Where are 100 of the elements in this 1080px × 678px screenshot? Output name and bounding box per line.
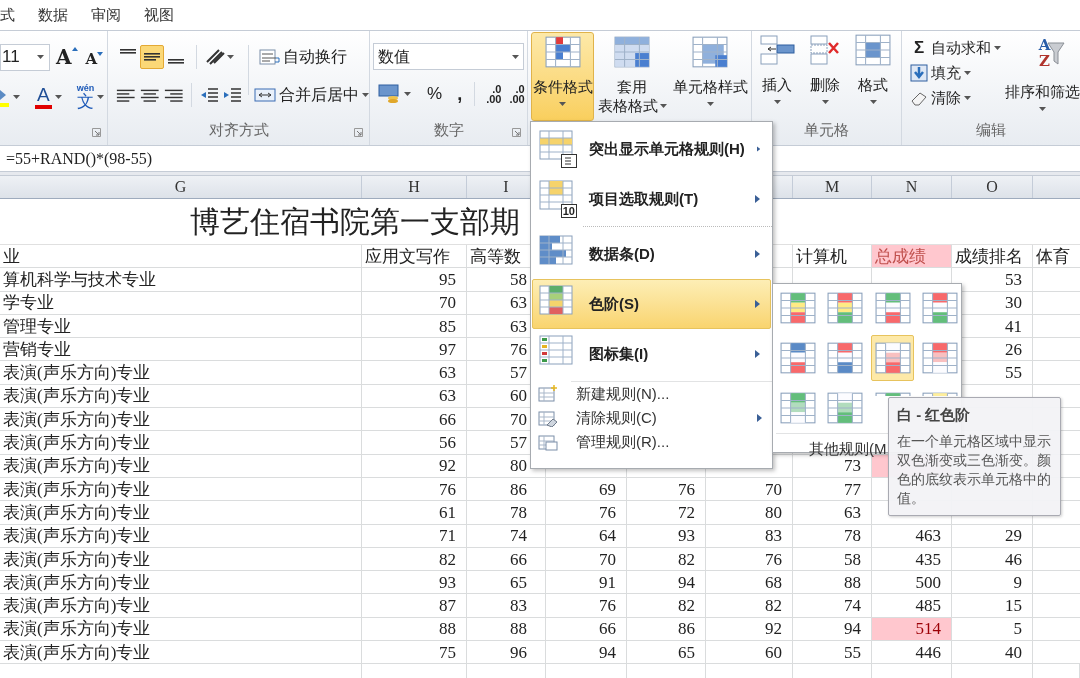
- format-as-table-button[interactable]: 套用 表格格式: [596, 32, 668, 121]
- column-header[interactable]: O: [952, 176, 1033, 198]
- group-label: 对齐方式: [208, 119, 269, 140]
- orientation-icon[interactable]: [205, 48, 227, 66]
- table-cell: 60: [706, 641, 793, 665]
- caret-icon: [659, 103, 667, 108]
- submenu-arrow-icon: [757, 414, 762, 422]
- column-title: 业: [0, 245, 362, 269]
- submenu-arrow-icon: [755, 350, 760, 358]
- color-scale-icon: [779, 392, 816, 424]
- table-cell: 76: [546, 594, 627, 618]
- table-cell: 66: [362, 408, 467, 432]
- table-cell: 表演(声乐方向)专业: [0, 617, 362, 642]
- table-cell: 88: [362, 617, 467, 642]
- caret-icon: [97, 95, 105, 99]
- font-size-field[interactable]: 11: [0, 43, 50, 71]
- column-header[interactable]: M: [793, 176, 872, 198]
- submenu-arrow-icon: [755, 300, 760, 308]
- caret-icon: [1039, 107, 1046, 111]
- table-cell: 63: [362, 384, 467, 409]
- color-scale-option[interactable]: [871, 335, 914, 381]
- increase-indent-icon[interactable]: [223, 87, 241, 103]
- table-cell: 表演(声乐方向)专业: [0, 641, 362, 665]
- menu-item[interactable]: 色阶(S): [532, 279, 771, 329]
- column-header[interactable]: G: [0, 176, 362, 198]
- menu-tab[interactable]: 审阅: [91, 3, 121, 27]
- dialog-launcher-icon[interactable]: [92, 128, 101, 137]
- insert-button[interactable]: 插入: [756, 34, 798, 104]
- delete-button[interactable]: 删除: [804, 34, 846, 104]
- table-cell: 65: [627, 641, 706, 665]
- wrap-text-button[interactable]: 自动换行: [259, 45, 347, 69]
- caret-icon: [512, 54, 519, 59]
- caret-icon: [13, 95, 20, 99]
- lines-icon: [166, 59, 186, 65]
- cell-styles-button[interactable]: 单元格样式: [669, 32, 751, 121]
- table-cell: 76: [546, 501, 627, 525]
- align-center-icon: [139, 87, 160, 103]
- caret-icon: [994, 46, 1001, 50]
- autosum-button[interactable]: Σ 自动求和: [910, 37, 1005, 59]
- table-cell: 72: [627, 501, 706, 525]
- column-header[interactable]: N: [872, 176, 952, 198]
- decrease-indent-icon[interactable]: [200, 87, 218, 103]
- table-cell: 88: [793, 571, 872, 595]
- submenu-arrow-icon: [756, 145, 760, 153]
- format-button[interactable]: 格式: [852, 34, 894, 104]
- accounting-format-icon[interactable]: [378, 84, 400, 104]
- table-cell: 表演(声乐方向)专业: [0, 477, 362, 502]
- table-cell: 78: [467, 501, 546, 525]
- table-cell: 63: [362, 361, 467, 385]
- sort-filter-button[interactable]: A Z 排序和筛选: [1005, 37, 1080, 111]
- percent-button[interactable]: %: [425, 81, 445, 107]
- fill-button[interactable]: 填充: [910, 62, 1005, 84]
- table-cell: 15: [952, 594, 1033, 618]
- comma-button[interactable]: ,: [454, 80, 466, 108]
- table-cell: 80: [706, 501, 793, 525]
- tooltip-title: 白 - 红色阶: [897, 405, 971, 425]
- table-cell: 94: [546, 641, 627, 665]
- table-cell: 88: [467, 617, 546, 642]
- menu-tab[interactable]: 数据: [38, 3, 68, 27]
- table-brush-icon: [614, 36, 651, 68]
- submenu-arrow-icon: [755, 250, 760, 258]
- font-color-button[interactable]: A: [35, 85, 52, 109]
- caret-icon: [706, 102, 714, 106]
- formula-text[interactable]: =55+RAND()*(98-55): [0, 146, 153, 171]
- caret-icon: [54, 95, 62, 99]
- menu-tab[interactable]: 视图: [144, 3, 174, 27]
- table-cell: 83: [706, 524, 793, 548]
- table-cell: 463: [872, 524, 952, 548]
- dialog-launcher-icon[interactable]: [512, 128, 521, 137]
- grow-font-button[interactable]: A: [54, 47, 80, 67]
- number-format-dropdown[interactable]: 数值: [373, 43, 524, 70]
- table-cell: 表演(声乐方向)专业: [0, 454, 362, 478]
- table-cell: 93: [627, 524, 706, 548]
- table-cell: 66: [546, 617, 627, 642]
- triangle-icon: [97, 51, 104, 56]
- menu-item[interactable]: 突出显示单元格规则(H): [532, 124, 771, 174]
- table-cell: 92: [706, 617, 793, 642]
- table-cell: 营销专业: [0, 338, 362, 362]
- group-label: 编辑: [976, 119, 1006, 140]
- table-cell: 76: [627, 477, 706, 502]
- decrease-decimal-button[interactable]: .0 .00: [507, 84, 527, 104]
- table-cell: 82: [706, 594, 793, 618]
- new-rule-icon: [538, 385, 558, 403]
- table-cell: 46: [952, 547, 1033, 572]
- conditional-format-button[interactable]: 条件格式: [531, 32, 595, 121]
- table-cell: 446: [872, 641, 952, 665]
- column-header[interactable]: H: [362, 176, 467, 198]
- clear-button[interactable]: 清除: [910, 87, 1005, 109]
- table-cell: 表演(声乐方向)专业: [0, 571, 362, 595]
- menu-tab[interactable]: 式: [0, 3, 15, 27]
- dialog-launcher-icon[interactable]: [354, 128, 363, 137]
- merge-center-button[interactable]: 合并后居中: [254, 83, 369, 107]
- increase-decimal-button[interactable]: .0 .00: [484, 84, 504, 104]
- phonetic-button[interactable]: wén 文: [76, 84, 95, 110]
- caret-icon: [821, 100, 829, 104]
- table-cell: 表演(声乐方向)专业: [0, 431, 362, 455]
- color-scale-icon: [779, 342, 816, 374]
- submenu-arrow-icon: [755, 195, 760, 203]
- shrink-font-button[interactable]: A: [83, 51, 106, 67]
- align-middle-button[interactable]: [140, 45, 164, 69]
